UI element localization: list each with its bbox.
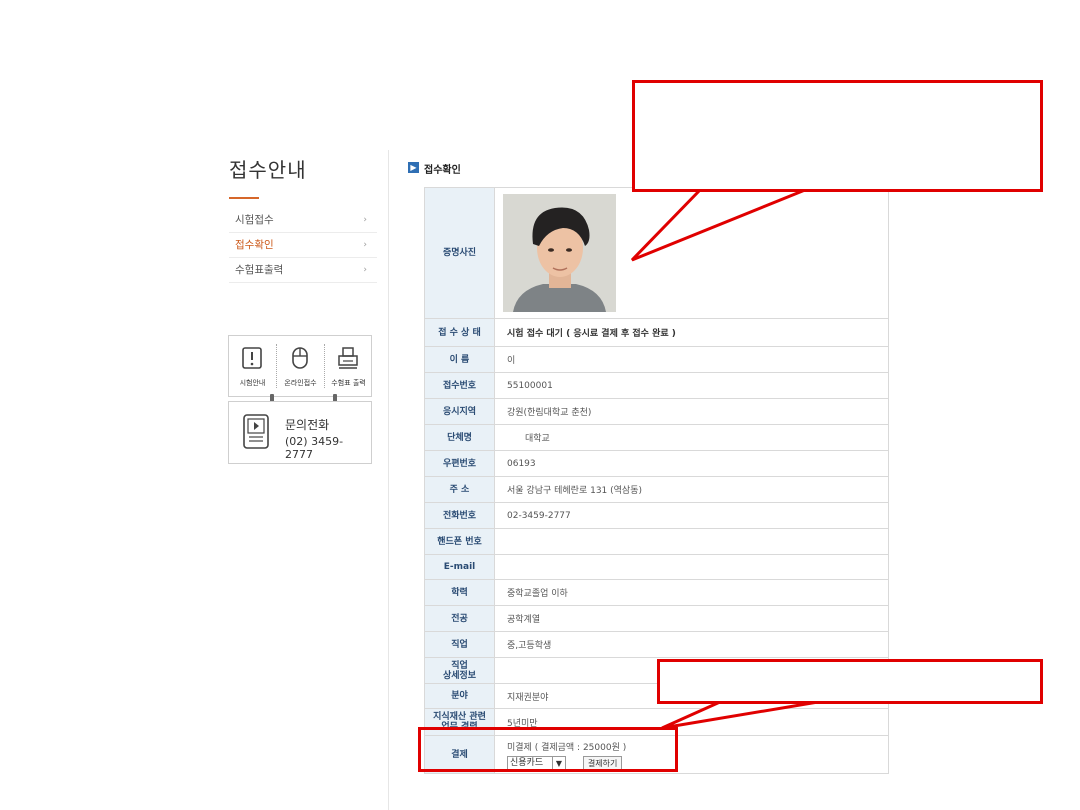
annotation-callout-top	[632, 80, 1043, 192]
callout-pointer-top	[630, 188, 806, 262]
callout-pointer-bottom	[661, 700, 819, 730]
annotation-callout-bottom	[657, 659, 1043, 704]
annotation-highlight-payment	[418, 727, 678, 772]
